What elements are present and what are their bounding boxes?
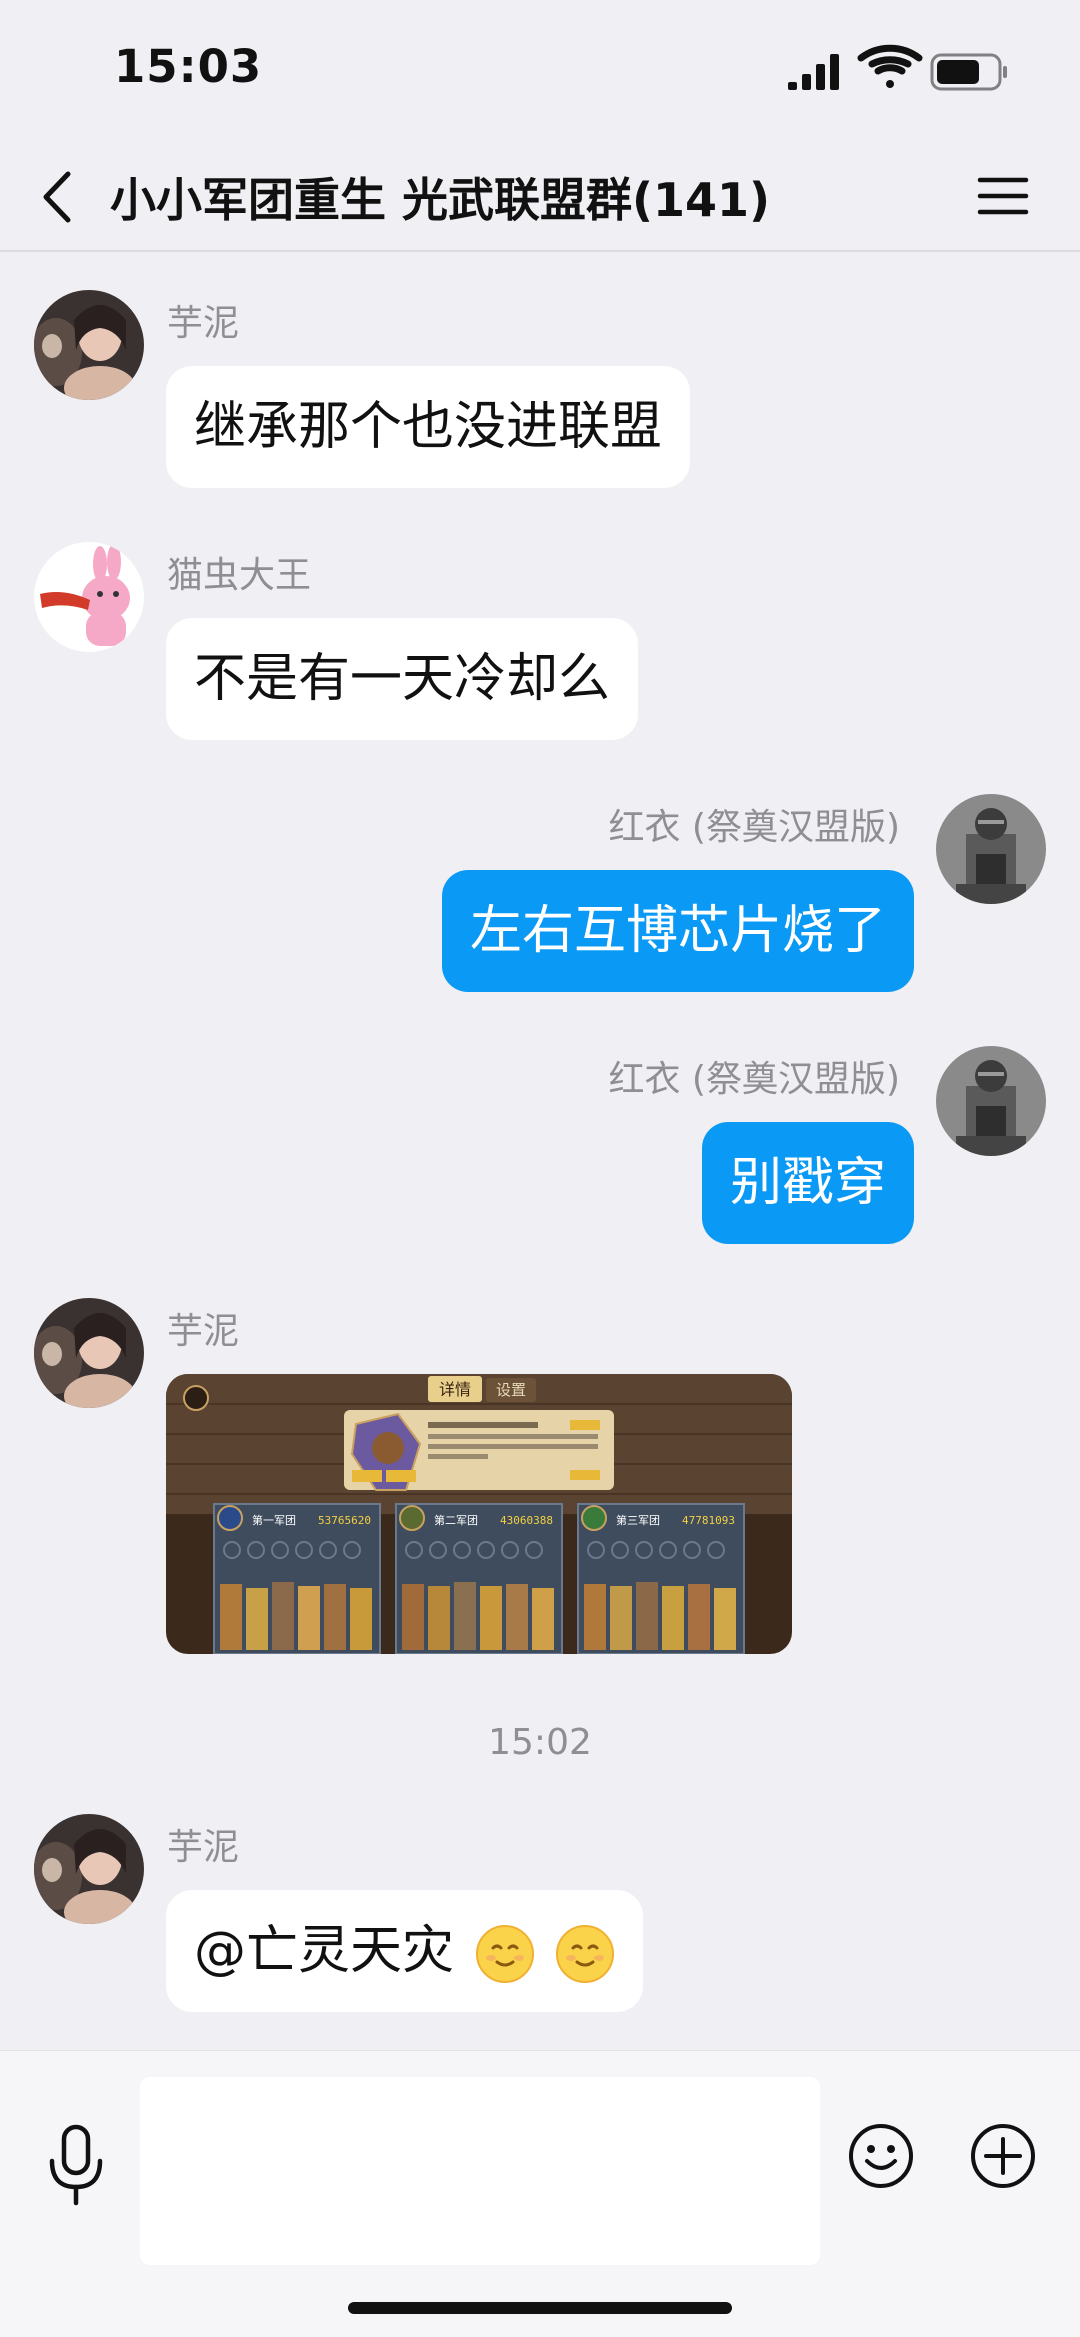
time-divider: 15:02 — [488, 1722, 592, 1763]
game-tab-details: 详情 — [439, 1380, 471, 1399]
avatar[interactable] — [34, 290, 144, 400]
status-icons — [788, 44, 1007, 91]
sender-name: 芋泥 — [167, 1827, 240, 1868]
sender-name: 红衣 (祭奠汉盟版) — [608, 807, 900, 848]
avatar-image — [34, 1298, 144, 1408]
image-message[interactable]: 详情 设置 第一军团 53765620 第二军团 43060388 第三军团 4… — [166, 1374, 792, 1654]
menu-icon[interactable] — [976, 166, 1030, 226]
chat-title: 小小军团重生 光武联盟群(141) — [110, 173, 771, 227]
smile-emoji-icon — [556, 1925, 615, 1983]
sender-name: 红衣 (祭奠汉盟版) — [608, 1059, 900, 1100]
message-bubble[interactable]: @亡灵天灾 — [166, 1890, 644, 2012]
plus-icon[interactable] — [970, 2123, 1036, 2189]
home-indicator — [348, 2302, 732, 2314]
sender-name: 芋泥 — [167, 1311, 240, 1352]
message-text: @亡灵天灾 — [194, 1921, 455, 1981]
voice-icon[interactable] — [44, 2121, 108, 2211]
message-bubble[interactable]: 别戳穿 — [701, 1122, 914, 1244]
message-bubble[interactable]: 继承那个也没进联盟 — [166, 366, 691, 488]
corps-label: 第一军团 — [252, 1513, 296, 1527]
corps-power: 47781093 — [682, 1514, 735, 1527]
input-bar — [0, 2050, 1080, 2337]
corps-label: 第二军团 — [434, 1513, 478, 1527]
wifi-icon — [857, 44, 923, 88]
message-bubble[interactable]: 不是有一天冷却么 — [166, 618, 639, 740]
status-bar: 15:03 — [0, 0, 1080, 140]
back-icon[interactable] — [36, 162, 86, 232]
emoji-icon[interactable] — [848, 2123, 914, 2189]
avatar-image — [34, 542, 144, 652]
corps-power: 43060388 — [500, 1514, 553, 1527]
signal-icon — [788, 54, 839, 90]
message-bubble[interactable]: 左右互博芯片烧了 — [441, 870, 914, 992]
avatar-image — [34, 1814, 144, 1924]
sender-name: 芋泥 — [167, 303, 240, 344]
chat-header: 小小军团重生 光武联盟群(141) — [0, 140, 1080, 252]
corps-power: 53765620 — [318, 1514, 371, 1527]
game-tab-settings: 设置 — [496, 1381, 526, 1399]
avatar-image — [936, 1046, 1046, 1156]
avatar[interactable] — [34, 542, 144, 652]
sender-name: 猫虫大王 — [167, 555, 312, 596]
corps-label: 第三军团 — [616, 1513, 660, 1527]
avatar-image — [936, 794, 1046, 904]
smile-emoji-icon — [475, 1925, 534, 1983]
battery-icon — [930, 53, 1007, 91]
avatar[interactable] — [936, 1046, 1046, 1156]
game-screenshot: 详情 设置 第一军团 53765620 第二军团 43060388 第三军团 4… — [166, 1374, 792, 1654]
message-input[interactable] — [140, 2077, 820, 2265]
avatar-image — [34, 290, 144, 400]
avatar[interactable] — [34, 1298, 144, 1408]
avatar[interactable] — [936, 794, 1046, 904]
avatar[interactable] — [34, 1814, 144, 1924]
